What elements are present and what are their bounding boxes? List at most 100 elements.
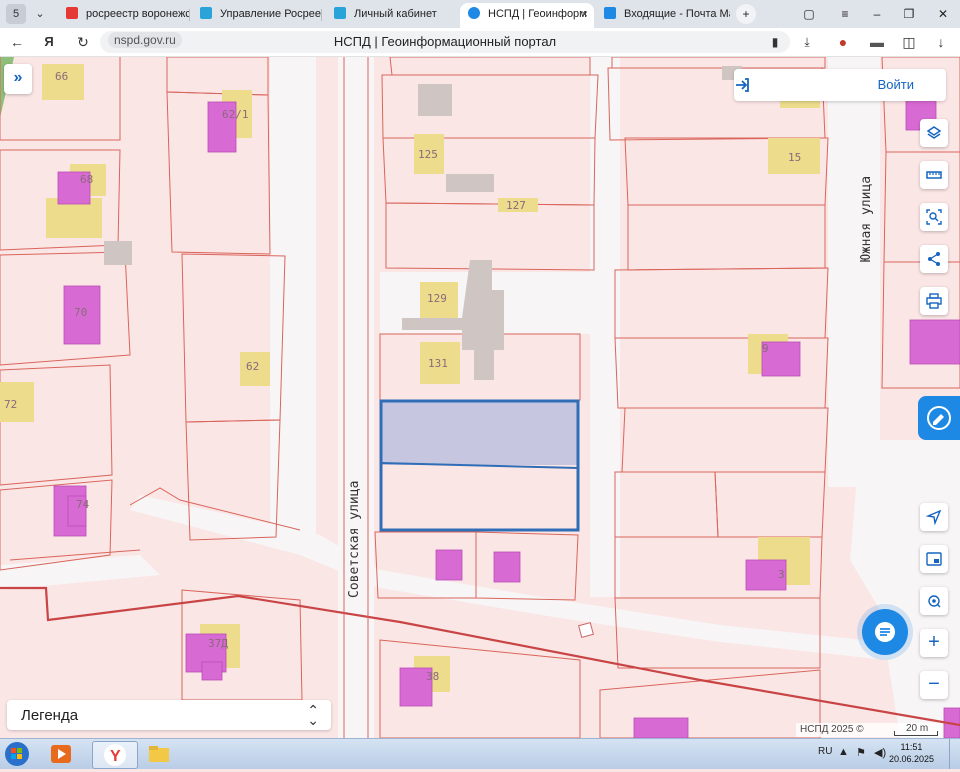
menu-hamburger-icon[interactable]: ≡ xyxy=(834,4,856,24)
tab-title: Управление Росреест xyxy=(220,8,322,20)
label-62: 62 xyxy=(246,360,259,373)
find-location-button[interactable] xyxy=(920,587,948,615)
street-yuzhnaya: Южная улица xyxy=(859,176,874,262)
page-title: НСПД | Геоинформационный портал xyxy=(333,34,557,49)
minimap-icon xyxy=(926,552,942,566)
login-arrow-icon[interactable] xyxy=(734,77,750,93)
zoom-out-button[interactable]: − xyxy=(920,671,948,699)
zoom-in-button[interactable]: + xyxy=(920,629,948,657)
legend-dropdown[interactable]: Легенда ⌃ ⌄ xyxy=(7,700,331,730)
collections-icon[interactable]: ▢ xyxy=(798,4,820,24)
media-player-icon xyxy=(51,745,71,763)
label-131: 131 xyxy=(428,357,448,370)
language-indicator[interactable]: RU xyxy=(818,746,832,757)
label-68: 68 xyxy=(80,173,93,186)
nspd-favicon-icon xyxy=(468,7,480,19)
road-strip-left xyxy=(270,57,316,537)
minimap-button[interactable] xyxy=(920,545,948,573)
browser-tab-bar: 5 ⌄ росреестр воронежск Управление Росре… xyxy=(0,0,960,28)
new-tab-plus-icon[interactable]: + xyxy=(736,4,756,24)
label-129: 129 xyxy=(427,292,447,305)
svg-text:Y: Y xyxy=(110,748,121,765)
side-tool-tab[interactable] xyxy=(918,396,960,440)
ruler-button[interactable] xyxy=(920,161,948,189)
road-yuzhnaya xyxy=(828,57,880,487)
volume-icon[interactable]: ◀) xyxy=(874,746,886,759)
windows-logo-icon xyxy=(5,742,29,766)
label-125: 125 xyxy=(418,148,438,161)
clock-time: 11:51 xyxy=(900,742,923,752)
label-38: 38 xyxy=(426,670,439,683)
reload-icon[interactable]: ↻ xyxy=(72,32,94,52)
street-sovetskaya: Советская улица xyxy=(347,481,362,598)
tab-counter[interactable]: 5 xyxy=(6,4,26,24)
tab-personal-cabinet[interactable]: Личный кабинет xyxy=(326,3,456,28)
system-clock[interactable]: 11:51 20.06.2025 xyxy=(889,741,934,765)
layers-button[interactable] xyxy=(920,119,948,147)
area-select-button[interactable] xyxy=(920,203,948,231)
rosreestr-favicon-icon xyxy=(334,7,346,19)
tab-title: Входящие - Почта Ma xyxy=(624,8,730,20)
share-icon xyxy=(928,252,940,266)
label-3: 3 xyxy=(778,568,785,581)
file-explorer-taskbar[interactable] xyxy=(146,741,178,767)
profile-icon[interactable]: ▬ xyxy=(866,32,888,52)
share-button[interactable] xyxy=(920,245,948,273)
tab-title: росреестр воронежск xyxy=(86,8,190,20)
chat-bubble-icon xyxy=(875,622,895,642)
label-74: 74 xyxy=(76,498,90,511)
url-field[interactable]: nspd.gov.ru НСПД | Геоинформационный пор… xyxy=(100,31,790,53)
chevron-updown-icon: ⌃ ⌄ xyxy=(307,702,319,728)
flag-icon[interactable]: ⚑ xyxy=(856,746,866,759)
extension-icon[interactable]: ● xyxy=(832,32,854,52)
back-arrow-icon[interactable]: ← xyxy=(6,32,28,52)
folder-icon xyxy=(149,746,169,762)
network-icon[interactable]: ▲ xyxy=(838,746,849,758)
show-desktop-button[interactable] xyxy=(949,739,960,769)
edit-tool-icon xyxy=(927,406,951,430)
label-70: 70 xyxy=(74,306,87,319)
label-127: 127 xyxy=(506,199,526,212)
close-window-icon[interactable]: ✕ xyxy=(932,4,954,24)
restore-window-icon[interactable]: ❐ xyxy=(898,4,920,24)
yandex-browser-taskbar[interactable]: Y xyxy=(92,741,138,769)
tabs-menu-chevron-icon[interactable]: ⌄ xyxy=(30,4,50,24)
download-icon[interactable]: ⤓ xyxy=(796,32,818,52)
tab-title: НСПД | Геоинформ xyxy=(488,8,587,20)
location-search-icon xyxy=(928,595,941,608)
expand-panel-button[interactable]: » xyxy=(4,64,32,94)
tab-rosreestr-search[interactable]: росреестр воронежск xyxy=(58,3,190,28)
area-search-icon xyxy=(926,209,942,225)
yandex-browser-icon: Y xyxy=(104,744,126,766)
label-66: 66 xyxy=(55,70,68,83)
login-label[interactable]: Войти xyxy=(878,77,914,92)
print-button[interactable] xyxy=(920,287,948,315)
label-62-1: 62/1 xyxy=(222,108,249,121)
close-tab-icon[interactable]: × xyxy=(581,3,588,26)
mail-favicon-icon xyxy=(604,7,616,19)
minimize-window-icon[interactable]: – xyxy=(866,4,888,24)
label-37d: 37Д xyxy=(208,637,228,650)
media-player-taskbar[interactable] xyxy=(48,741,84,767)
tab-nspd-active[interactable]: НСПД | Геоинформ × xyxy=(460,3,594,28)
tab-mail-inbox[interactable]: Входящие - Почта Ma xyxy=(598,3,730,28)
map-attribution: НСПД 2025 © 20 m xyxy=(796,723,942,737)
tab-rosreestr-office[interactable]: Управление Росреест xyxy=(192,3,322,28)
extensions-puzzle-icon[interactable]: ◫ xyxy=(898,32,920,52)
bookmark-icon[interactable]: ▮ xyxy=(764,32,786,52)
scale-bar xyxy=(894,731,938,736)
windows-taskbar: Y RU ▲ ⚑ ◀) 11:51 20.06.2025 xyxy=(0,738,960,769)
map-canvas[interactable]: 66 62/1 68 70 62 72 74 37Д 125 127 129 1… xyxy=(0,57,960,738)
cadastral-map[interactable]: 66 62/1 68 70 62 72 74 37Д 125 127 129 1… xyxy=(0,57,960,738)
geolocate-button[interactable] xyxy=(920,503,948,531)
road-sovetskaya xyxy=(338,57,374,738)
label-9: 9 xyxy=(762,342,769,355)
chat-button[interactable] xyxy=(862,609,908,655)
clock-date: 20.06.2025 xyxy=(888,754,934,764)
survey-marker xyxy=(578,622,594,638)
start-button[interactable] xyxy=(4,741,36,767)
downloads-arrow-icon[interactable]: ↓ xyxy=(930,32,952,52)
label-72: 72 xyxy=(4,398,17,411)
yandex-logo-icon[interactable]: Я xyxy=(38,32,60,52)
login-panel: Войти xyxy=(734,69,946,101)
